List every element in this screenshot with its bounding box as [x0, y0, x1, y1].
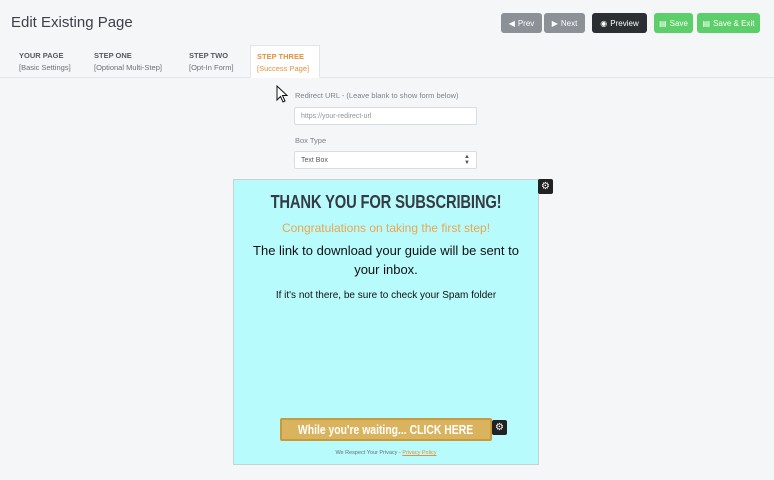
- box-type-select[interactable]: Text Box ▲ ▼: [294, 151, 477, 169]
- tab-label: YOUR PAGE: [19, 51, 64, 60]
- tab-sublabel: [Optional Multi-Step]: [94, 63, 162, 72]
- floppy-icon: ▤: [659, 18, 667, 28]
- eye-icon: ◉: [600, 18, 608, 28]
- preview-button[interactable]: ◉ Preview: [592, 13, 647, 33]
- page-title: Edit Existing Page: [11, 14, 133, 31]
- prev-label: Prev: [517, 18, 535, 28]
- floppy-icon: ▤: [702, 18, 711, 28]
- tab-sublabel: [Opt-In Form]: [189, 63, 234, 72]
- save-exit-label: Save & Exit: [713, 18, 755, 28]
- select-arrows-icon: ▲ ▼: [464, 154, 470, 166]
- redirect-url-label: Redirect URL - (Leave blank to show form…: [295, 91, 459, 100]
- privacy-text: We Respect Your Privacy -: [335, 450, 401, 456]
- tab-sublabel: [Basic Settings]: [19, 63, 71, 72]
- chevron-right-icon: ▶: [551, 18, 558, 28]
- cta-settings-gear-icon[interactable]: ⚙: [492, 420, 507, 435]
- tab-step-two[interactable]: STEP TWO [Opt-In Form]: [183, 45, 240, 78]
- preview-title: THANK YOU FOR SUBSCRIBING!: [270, 192, 502, 212]
- tab-label: STEP TWO: [189, 51, 229, 60]
- box-settings-gear-icon[interactable]: ⚙: [538, 179, 553, 194]
- redirect-url-input[interactable]: https://your-redirect-url: [294, 107, 477, 125]
- preview-body: The link to download your guide will be …: [253, 243, 519, 277]
- tab-sublabel: [Success Page]: [257, 64, 310, 73]
- tab-your-page[interactable]: YOUR PAGE [Basic Settings]: [13, 45, 77, 78]
- tab-label: STEP THREE: [257, 52, 304, 61]
- tab-label: STEP ONE: [94, 51, 132, 60]
- preview-subtitle: Congratulations on taking the first step…: [281, 221, 491, 235]
- prev-button[interactable]: ◀ Prev: [501, 13, 542, 33]
- chevron-left-icon: ◀: [508, 18, 515, 28]
- next-label: Next: [560, 18, 578, 28]
- next-button[interactable]: ▶ Next: [544, 13, 585, 33]
- privacy-line: We Respect Your Privacy - Privacy Policy: [234, 450, 538, 456]
- save-label: Save: [669, 18, 688, 28]
- save-button[interactable]: ▤ Save: [654, 13, 693, 33]
- preview-note: If it's not there, be sure to check your…: [275, 290, 497, 301]
- mouse-cursor-icon: [276, 85, 288, 103]
- tab-step-three[interactable]: STEP THREE [Success Page]: [250, 45, 320, 78]
- redirect-url-placeholder: https://your-redirect-url: [301, 112, 372, 120]
- cta-button[interactable]: While you're waiting... CLICK HERE: [280, 418, 492, 441]
- tab-step-one[interactable]: STEP ONE [Optional Multi-Step]: [88, 45, 168, 78]
- save-exit-button[interactable]: ▤ Save & Exit: [697, 13, 760, 33]
- privacy-policy-link[interactable]: Privacy Policy: [402, 450, 436, 456]
- box-type-label: Box Type: [295, 136, 327, 145]
- box-type-value: Text Box: [301, 156, 328, 164]
- preview-label: Preview: [610, 18, 639, 28]
- cta-label: While you're waiting... CLICK HERE: [298, 422, 474, 437]
- step-tabs: YOUR PAGE [Basic Settings] STEP ONE [Opt…: [0, 45, 774, 78]
